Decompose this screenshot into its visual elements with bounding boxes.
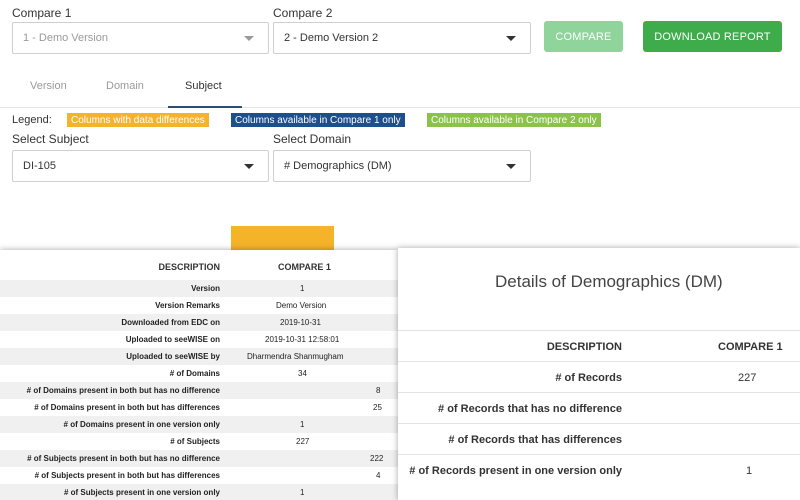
table-row: Version 1: [0, 280, 398, 297]
compare2-label: Compare 2: [273, 6, 333, 20]
compare1-value: 1 - Demo Version: [23, 32, 108, 44]
table-row: # of Subjects present in both but has di…: [34, 471, 381, 480]
tab-version[interactable]: Version: [30, 80, 67, 92]
summary-header: DESCRIPTION COMPARE 1: [0, 260, 398, 276]
table-row: # of Domains present in both but has no …: [0, 382, 398, 399]
chevron-down-icon: [244, 164, 254, 169]
details-title: Details of Demographics (DM): [495, 272, 723, 291]
domain-details-panel: Details of Demographics (DM) DESCRIPTION…: [398, 248, 800, 500]
table-row: # of Domains present in both but has dif…: [34, 403, 382, 412]
table-row: Version Remarks Demo Version: [155, 301, 327, 310]
highlight-marker: [231, 226, 334, 250]
compare1-label: Compare 1: [12, 6, 72, 20]
header-compare1: COMPARE 1: [718, 341, 783, 353]
table-row: Uploaded to seeWISE by Dharmendra Shanmug…: [0, 348, 398, 365]
subject-select[interactable]: DI-105: [12, 150, 269, 182]
compare-button[interactable]: COMPARE: [544, 21, 623, 52]
chevron-down-icon: [506, 164, 516, 169]
chevron-down-icon: [244, 36, 254, 41]
table-row: # of Subjects present in one version onl…: [0, 484, 398, 500]
table-row: # of Domains present in one version only…: [0, 416, 398, 433]
domain-value: # Demographics (DM): [284, 160, 392, 172]
legend-label: Legend:: [12, 114, 52, 126]
details-header: DESCRIPTION COMPARE 1: [398, 330, 800, 361]
domain-select[interactable]: # Demographics (DM): [273, 150, 531, 182]
table-row: # of Records present in one version only…: [398, 454, 800, 485]
select-domain-label: Select Domain: [273, 132, 352, 146]
legend-compare1-only: Columns available in Compare 1 only: [231, 113, 405, 127]
download-report-button[interactable]: DOWNLOAD REPORT: [643, 21, 782, 52]
active-tab-indicator: [168, 106, 242, 108]
tab-bar: Version Domain Subject: [0, 72, 800, 108]
legend-data-differences: Columns with data differences: [67, 113, 209, 127]
compare1-select[interactable]: 1 - Demo Version: [12, 22, 269, 54]
table-row: # of Records that has differences: [398, 423, 800, 454]
chevron-down-icon: [506, 36, 516, 41]
table-row: Uploaded to seeWISE on 2019-10-31 12:58:0…: [125, 335, 340, 344]
table-row: # of Records 227: [398, 361, 800, 392]
compare2-value: 2 - Demo Version 2: [284, 32, 379, 44]
version-summary-panel: DESCRIPTION COMPARE 1 Version 1 Version R…: [0, 250, 398, 500]
header-description: DESCRIPTION: [546, 341, 622, 353]
subject-value: DI-105: [23, 160, 57, 172]
table-row: Downloaded from EDC on 2019-10-31: [0, 314, 398, 331]
table-row: # of Records that has no difference: [398, 392, 800, 423]
header-description: DESCRIPTION: [158, 262, 220, 272]
tab-subject[interactable]: Subject: [185, 80, 222, 92]
select-subject-label: Select Subject: [12, 132, 89, 146]
table-row: # of Domains 34: [169, 369, 307, 378]
tab-domain[interactable]: Domain: [106, 80, 144, 92]
compare2-select[interactable]: 2 - Demo Version 2: [273, 22, 531, 54]
table-row: # of Subjects present in both but has no…: [0, 450, 398, 467]
header-compare1: COMPARE 1: [278, 262, 331, 272]
legend-compare2-only: Columns available in Compare 2 only: [427, 113, 601, 127]
table-row: # of Subjects 227: [170, 437, 310, 446]
